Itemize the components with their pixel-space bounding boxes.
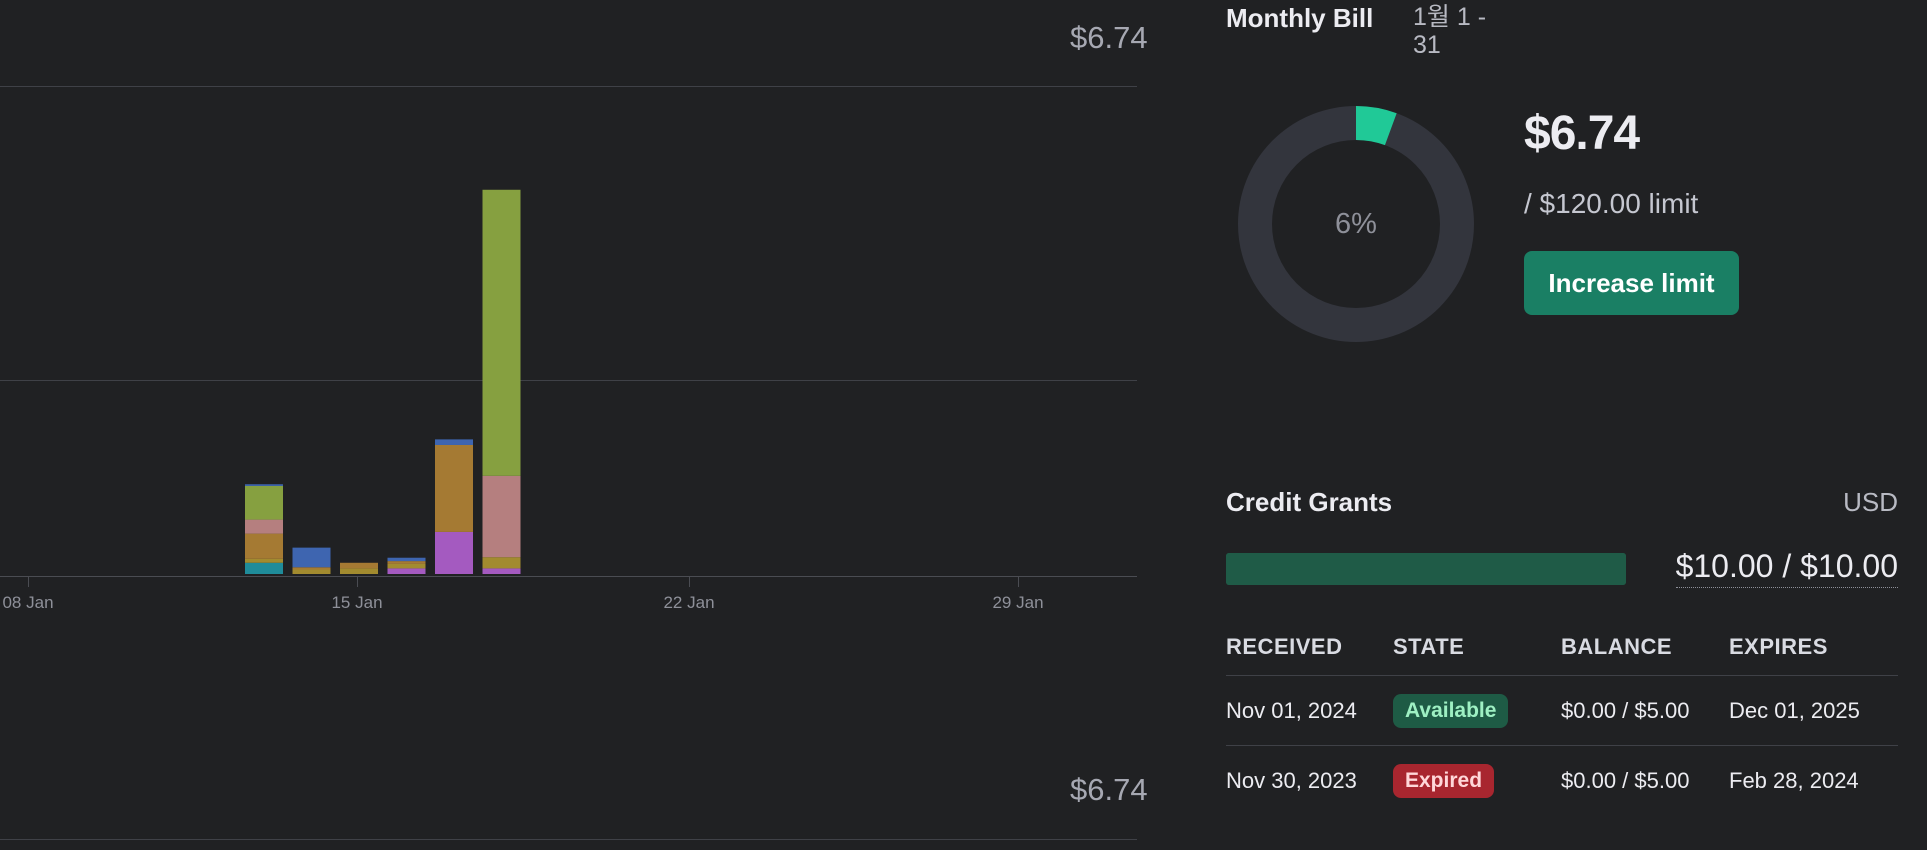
column-header-state: STATE xyxy=(1393,620,1561,676)
bar-segment[interactable] xyxy=(387,557,426,562)
status-badge: Expired xyxy=(1393,763,1495,798)
credit-grants-bar-fill xyxy=(1226,553,1626,585)
received-cell: Nov 01, 2024 xyxy=(1226,675,1393,746)
bar-segment[interactable] xyxy=(245,519,283,534)
table-row: Nov 01, 2024 Available $0.00 / $5.00 Dec… xyxy=(1226,675,1898,746)
credit-grants-table: RECEIVED STATE BALANCE EXPIRES Nov 01, 2… xyxy=(1226,620,1898,815)
bar-segment[interactable] xyxy=(340,562,378,569)
donut-percent-label: 6% xyxy=(1335,207,1377,240)
credit-grants-title: Credit Grants xyxy=(1226,487,1393,517)
column-header-received: RECEIVED xyxy=(1226,620,1393,676)
x-tick-label: 15 Jan xyxy=(331,593,383,612)
state-cell: Available xyxy=(1393,675,1561,746)
bar-segment[interactable] xyxy=(292,569,331,574)
bar-segment[interactable] xyxy=(340,568,378,574)
bar-segment[interactable] xyxy=(245,562,283,574)
bar-segment[interactable] xyxy=(245,484,283,486)
bar-segment[interactable] xyxy=(435,444,473,532)
bar-segment[interactable] xyxy=(292,567,331,570)
column-header-expires: EXPIRES xyxy=(1729,620,1898,676)
x-tick-mark xyxy=(28,577,29,587)
x-tick-mark xyxy=(689,577,690,587)
x-tick-label: 22 Jan xyxy=(663,593,715,612)
bar-segment[interactable] xyxy=(292,547,331,568)
expires-cell: Dec 01, 2025 xyxy=(1729,675,1898,746)
chart-gridline xyxy=(0,839,1137,840)
bar-segment[interactable] xyxy=(387,568,426,574)
table-header-row: RECEIVED STATE BALANCE EXPIRES xyxy=(1226,620,1898,676)
bar-segment[interactable] xyxy=(435,531,473,574)
x-tick-mark xyxy=(1018,577,1019,587)
bar-segment[interactable] xyxy=(387,561,426,564)
bill-amount: $6.74 xyxy=(1524,107,1640,160)
bill-limit: / $120.00 limit xyxy=(1524,188,1699,219)
table-row: Nov 30, 2023 Expired $0.00 / $5.00 Feb 2… xyxy=(1226,746,1898,816)
bar-segment[interactable] xyxy=(245,558,283,563)
bar-segment[interactable] xyxy=(435,439,473,445)
balance-cell: $0.00 / $5.00 xyxy=(1561,675,1729,746)
x-tick-label: 29 Jan xyxy=(992,593,1044,612)
expires-cell: Feb 28, 2024 xyxy=(1729,767,1859,793)
bar-segment[interactable] xyxy=(387,563,426,569)
bar-segment[interactable] xyxy=(245,533,283,559)
status-badge: Available xyxy=(1393,693,1509,728)
monthly-bill-title: Monthly Bill xyxy=(1226,3,1374,33)
received-cell: Nov 30, 2023 xyxy=(1226,767,1357,793)
credit-grants-value[interactable]: $10.00 / $10.00 xyxy=(1675,548,1898,588)
state-cell: Expired xyxy=(1393,746,1561,816)
bar-segment[interactable] xyxy=(482,557,521,569)
chart-total-bottom: $6.74 xyxy=(1070,772,1148,807)
increase-limit-button[interactable]: Increase limit xyxy=(1524,251,1739,315)
x-tick-mark xyxy=(357,577,358,587)
monthly-bill-range: 1월 1 - 31 xyxy=(1413,3,1487,59)
x-tick-label: 08 Jan xyxy=(2,593,54,612)
balance-cell: $0.00 / $5.00 xyxy=(1561,767,1690,793)
credit-grants-bar xyxy=(1226,553,1626,585)
column-header-balance: BALANCE xyxy=(1561,620,1729,676)
billing-panel: Monthly Bill 1월 1 - 31 6% $6.74 / $120.0… xyxy=(1226,0,1898,850)
usage-bars xyxy=(245,189,521,574)
credit-grants-currency: USD xyxy=(1843,487,1898,517)
bar-segment[interactable] xyxy=(482,475,521,558)
bar-segment[interactable] xyxy=(245,485,283,520)
usage-chart-panel: $6.74 08 Jan 15 Jan 22 Jan 29 Jan $6.74 xyxy=(0,0,1148,850)
bar-segment[interactable] xyxy=(482,568,521,574)
bar-segment[interactable] xyxy=(482,189,521,476)
